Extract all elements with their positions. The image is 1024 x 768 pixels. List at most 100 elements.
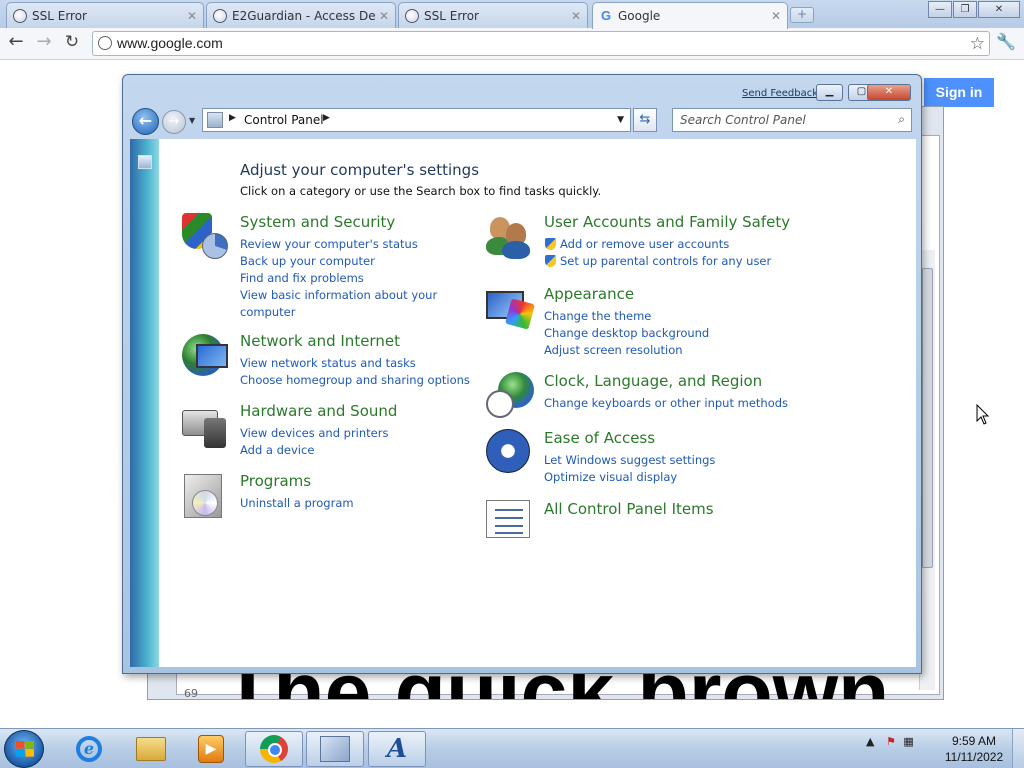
search-icon[interactable]: ⌕ [898, 112, 905, 127]
tab-access-denied[interactable]: E2Guardian - Access Denied ✕ [206, 2, 396, 28]
taskbar-chrome[interactable] [245, 731, 303, 767]
programs-disc-icon[interactable] [182, 472, 228, 518]
taskbar-clock[interactable]: 9:59 AM 11/11/2022 [934, 733, 1014, 765]
back-arrow-icon[interactable]: ← [4, 32, 28, 54]
chrome-icon [260, 735, 288, 763]
tab-ssl-error-2[interactable]: SSL Error ✕ [398, 2, 588, 28]
category-links: Add or remove user accounts Set up paren… [544, 236, 774, 270]
link-find-fix[interactable]: Find and fix problems [240, 270, 470, 287]
control-panel-home-icon[interactable] [138, 155, 152, 169]
restore-button[interactable]: ❐ [953, 1, 977, 18]
users-icon[interactable] [486, 213, 532, 259]
start-button[interactable] [4, 730, 44, 768]
checklist-icon[interactable] [486, 500, 532, 546]
category-links: Review your computer's status Back up yo… [240, 236, 470, 321]
scrollbar-thumb[interactable] [922, 268, 933, 568]
category-title[interactable]: Network and Internet [240, 332, 400, 350]
link-keyboards[interactable]: Change keyboards or other input methods [544, 395, 794, 412]
cp-close-button[interactable]: ✕ [867, 84, 911, 101]
tab-label: E2Guardian - Access Denied [232, 8, 375, 23]
clock-globe-icon[interactable] [486, 372, 534, 418]
tab-label: SSL Error [32, 8, 87, 23]
address-dropdown-icon[interactable]: ▼ [617, 115, 624, 125]
breadcrumb-arrow-icon[interactable]: ▶ [323, 113, 330, 123]
category-title[interactable]: Hardware and Sound [240, 402, 397, 420]
address-text: www.google.com [117, 35, 223, 51]
link-devices-printers[interactable]: View devices and printers [240, 425, 470, 442]
wrench-menu-icon[interactable]: 🔧 [996, 32, 1016, 51]
tab-google[interactable]: G Google ✕ [592, 2, 788, 29]
monitor-palette-icon[interactable] [486, 285, 535, 331]
taskbar-internet-explorer[interactable]: e [60, 731, 118, 767]
cp-back-button[interactable]: ← [132, 108, 159, 135]
action-center-flag-icon[interactable]: ⚑ [886, 735, 896, 748]
link-parental-controls[interactable]: Set up parental controls for any user [544, 253, 774, 270]
bookmark-star-icon[interactable]: ☆ [970, 32, 985, 55]
breadcrumb-arrow-icon[interactable]: ▶ [229, 113, 236, 123]
link-add-remove-accounts[interactable]: Add or remove user accounts [544, 236, 774, 253]
taskbar: e ▶ A ▲ ⚑ ▦ 9:59 AM 11/11/2022 [0, 728, 1024, 768]
address-bar[interactable]: www.google.com ☆ [92, 31, 990, 56]
close-tab-icon[interactable]: ✕ [771, 9, 781, 23]
cp-search-box: ⌕ [672, 108, 912, 132]
recent-pages-dropdown-icon[interactable]: ▼ [189, 116, 195, 125]
taskbar-app[interactable]: A [368, 731, 426, 767]
link-review-status[interactable]: Review your computer's status [240, 236, 470, 253]
link-basic-info[interactable]: View basic information about your comput… [240, 287, 440, 321]
sign-in-button[interactable]: Sign in [924, 78, 994, 107]
category-title[interactable]: All Control Panel Items [544, 500, 714, 518]
tab-label: Google [618, 9, 661, 23]
tab-ssl-error-1[interactable]: SSL Error ✕ [6, 2, 204, 28]
shield-icon[interactable] [182, 213, 228, 259]
link-change-theme[interactable]: Change the theme [544, 308, 774, 325]
page-subtitle: Click on a category or use the Search bo… [240, 184, 602, 198]
forward-arrow-icon[interactable]: → [32, 32, 56, 54]
show-desktop-button[interactable] [1012, 729, 1024, 768]
category-links: Uninstall a program [240, 495, 470, 512]
link-add-device[interactable]: Add a device [240, 442, 470, 459]
close-tab-icon[interactable]: ✕ [379, 9, 389, 23]
cp-minimize-button[interactable]: ▁ [816, 84, 843, 101]
link-uninstall[interactable]: Uninstall a program [240, 495, 470, 512]
browser-tab-strip: SSL Error ✕ E2Guardian - Access Denied ✕… [0, 0, 1024, 29]
taskbar-control-panel[interactable] [306, 731, 364, 767]
link-network-status[interactable]: View network status and tasks [240, 355, 470, 372]
send-feedback-link[interactable]: Send Feedback [742, 88, 818, 99]
category-links: View network status and tasks Choose hom… [240, 355, 470, 389]
printer-speaker-icon[interactable] [182, 402, 228, 448]
link-homegroup[interactable]: Choose homegroup and sharing options [240, 372, 470, 389]
category-title[interactable]: Ease of Access [544, 429, 655, 447]
cp-forward-button[interactable]: → [162, 110, 186, 134]
category-title[interactable]: Programs [240, 472, 311, 490]
link-windows-suggest[interactable]: Let Windows suggest settings [544, 452, 774, 469]
category-title[interactable]: System and Security [240, 213, 395, 231]
category-title[interactable]: Clock, Language, and Region [544, 372, 762, 390]
internet-explorer-icon: e [76, 736, 102, 762]
taskbar-explorer[interactable] [122, 731, 180, 767]
cp-search-input[interactable] [673, 109, 883, 131]
control-panel-window: Send Feedback ▁ ▢ ✕ ← → ▼ ▶ Control Pane… [122, 74, 922, 674]
category-title[interactable]: Appearance [544, 285, 634, 303]
network-globe-icon[interactable] [182, 332, 228, 378]
breadcrumb-control-panel[interactable]: Control Panel [244, 113, 324, 127]
media-player-icon: ▶ [198, 735, 224, 763]
ease-of-access-icon[interactable] [486, 429, 532, 475]
link-screen-resolution[interactable]: Adjust screen resolution [544, 342, 774, 359]
link-desktop-background[interactable]: Change desktop background [544, 325, 774, 342]
cp-content: Adjust your computer's settings Click on… [159, 139, 916, 667]
link-back-up[interactable]: Back up your computer [240, 253, 470, 270]
category-title[interactable]: User Accounts and Family Safety [544, 213, 790, 231]
network-icon[interactable]: ▦ [903, 735, 913, 748]
reload-icon[interactable]: ↻ [60, 32, 84, 54]
cp-address-bar[interactable]: ▶ Control Panel ▶ ▼ [202, 108, 631, 132]
clock-date: 11/11/2022 [944, 750, 1004, 764]
link-visual-display[interactable]: Optimize visual display [544, 469, 774, 486]
close-tab-icon[interactable]: ✕ [187, 9, 197, 23]
close-tab-icon[interactable]: ✕ [571, 9, 581, 23]
new-tab-button[interactable]: + [790, 7, 814, 23]
show-hidden-icons-icon[interactable]: ▲ [866, 735, 874, 748]
minimize-button[interactable]: — [928, 1, 952, 18]
close-window-button[interactable]: ✕ [978, 1, 1020, 18]
cp-refresh-button[interactable]: ⇆ [633, 108, 657, 132]
taskbar-media-player[interactable]: ▶ [182, 731, 240, 767]
